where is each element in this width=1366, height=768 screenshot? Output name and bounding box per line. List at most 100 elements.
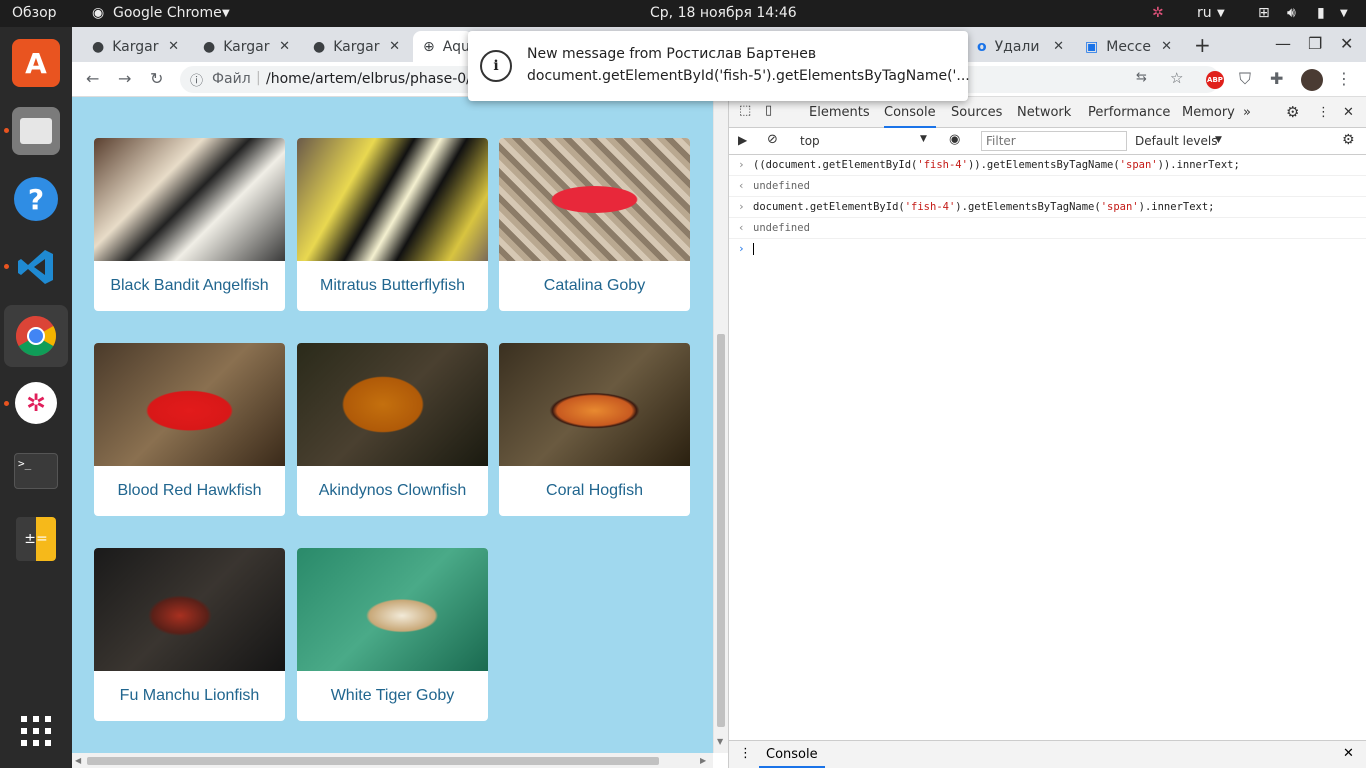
app-menu[interactable]: Google Chrome [113,5,222,21]
output-chevron-icon: ‹ [738,179,745,192]
close-tab-icon[interactable]: ✕ [389,39,400,54]
close-tab-icon[interactable]: ✕ [1161,39,1172,54]
tab-network[interactable]: Network [1017,105,1071,120]
drawer-menu-icon[interactable]: ⋮ [739,746,752,761]
vscode-icon[interactable] [12,243,60,291]
console-input-line[interactable]: › document.getElementById('fish-4').getE… [729,197,1366,218]
notification-title: New message from Ростислав Бартенев [527,46,817,62]
github-icon: ● [203,38,216,55]
back-icon[interactable]: ← [86,69,99,88]
help-icon[interactable]: ? [12,175,60,223]
notification-body: document.getElementById('fish-5').getEle… [527,68,970,84]
tab-console[interactable]: Console [884,105,936,128]
tab-6[interactable]: ▣ Мессе ✕ [1075,31,1180,62]
levels-chevron-icon[interactable]: ▼ [1215,135,1222,145]
close-tab-icon[interactable]: ✕ [168,39,179,54]
code-string: 'span' [1100,201,1139,213]
settings-gear-icon[interactable]: ⚙ [1286,103,1299,121]
running-indicator [4,128,9,133]
fish-name: Mitratus Butterflyfish [320,277,465,294]
activities-button[interactable]: Обзор [12,5,57,21]
inspect-element-icon[interactable]: ⬚ [739,103,751,118]
tab-elements[interactable]: Elements [809,105,870,120]
software-center-icon[interactable]: A [12,39,60,87]
more-tabs-icon[interactable]: » [1243,105,1251,120]
console-prompt[interactable]: › [729,239,1366,259]
sidebar-toggle-icon[interactable]: ▶ [738,133,747,147]
network-icon[interactable]: ⊞ [1258,5,1270,21]
page-vertical-scrollbar[interactable]: ▼ [713,97,728,753]
language-indicator[interactable]: ru [1197,5,1212,21]
log-levels-dropdown[interactable]: Default levels [1135,134,1217,148]
profile-avatar[interactable] [1301,69,1323,91]
app-menu-chevron-icon[interactable]: ▼ [222,8,230,19]
scroll-left-icon[interactable]: ◀ [75,756,81,765]
slack-tray-icon[interactable]: ✲ [1152,5,1164,21]
scrollbar-thumb[interactable] [717,334,725,727]
tab-active[interactable]: ⊕ Aqu [413,31,473,62]
console-input-line[interactable]: › ((document.getElementById('fish-4')).g… [729,155,1366,176]
tab-3[interactable]: ● Kargar ✕ [303,31,408,62]
tab-5[interactable]: o Удали ✕ [967,31,1072,62]
fish-card[interactable]: Blood Red Hawkfish [94,343,285,516]
maximize-icon[interactable]: ❐ [1308,34,1322,53]
notification-popup[interactable]: i New message from Ростислав Бартенев do… [468,31,970,101]
close-tab-icon[interactable]: ✕ [279,39,290,54]
page-horizontal-scrollbar[interactable]: ◀ ▶ [72,753,713,768]
live-expression-eye-icon[interactable]: ◉ [949,132,960,147]
bookmark-star-icon[interactable]: ☆ [1170,69,1183,87]
console-filter-input[interactable] [981,131,1127,151]
new-tab-button[interactable]: + [1194,33,1211,57]
info-icon[interactable]: ⓘ [190,70,203,89]
minimize-icon[interactable]: — [1275,34,1291,53]
device-toolbar-icon[interactable]: ▯ [765,103,772,118]
scroll-right-icon[interactable]: ▶ [700,756,706,765]
tab-sources[interactable]: Sources [951,105,1002,120]
files-icon[interactable] [12,107,60,155]
battery-icon[interactable]: ▮ [1317,5,1325,21]
tab-performance[interactable]: Performance [1088,105,1170,120]
system-menu-chevron-icon[interactable]: ▼ [1340,8,1348,19]
fish-card[interactable]: Fu Manchu Lionfish [94,548,285,721]
fish-name: Coral Hogfish [546,482,643,499]
fish-card[interactable]: Akindynos Clownfish [297,343,488,516]
calculator-icon[interactable]: ±= [12,515,60,563]
forward-icon[interactable]: → [118,69,131,88]
fish-card[interactable]: Catalina Goby [499,138,690,311]
lang-chevron-icon[interactable]: ▼ [1217,8,1225,19]
reload-icon[interactable]: ↻ [150,69,163,88]
close-devtools-icon[interactable]: ✕ [1343,105,1354,120]
terminal-icon[interactable]: >_ [12,447,60,495]
fish-card[interactable]: Mitratus Butterflyfish [297,138,488,311]
info-icon: i [480,50,512,82]
extensions-puzzle-icon[interactable]: ✚ [1270,69,1283,88]
text-cursor [753,243,754,255]
volume-icon[interactable]: 🔊︎ [1287,5,1296,21]
shield-extension-icon[interactable]: ⛉ [1239,69,1251,89]
chrome-menu-icon[interactable]: ⋮ [1336,69,1352,88]
adblock-icon[interactable]: ABP [1206,71,1224,89]
console-settings-gear-icon[interactable]: ⚙ [1342,132,1355,148]
slack-icon[interactable]: ✲ [12,379,60,427]
clock[interactable]: Ср, 18 ноября 14:46 [650,5,797,21]
fish-card[interactable]: Coral Hogfish [499,343,690,516]
translate-icon[interactable]: ⇆ [1136,70,1147,85]
scrollbar-thumb[interactable] [87,757,659,765]
close-drawer-icon[interactable]: ✕ [1343,746,1354,761]
scroll-down-icon[interactable]: ▼ [717,737,723,746]
show-applications-icon[interactable] [12,707,60,755]
fish-card[interactable]: Black Bandit Angelfish [94,138,285,311]
tab-memory[interactable]: Memory [1182,105,1235,120]
url-text[interactable]: /home/artem/elbrus/phase-0/con [266,71,496,87]
chrome-dock-icon[interactable] [4,305,68,367]
devtools-menu-icon[interactable]: ⋮ [1317,105,1330,120]
fish-card[interactable]: White Tiger Goby [297,548,488,721]
close-window-icon[interactable]: ✕ [1340,34,1353,53]
drawer-tab-console[interactable]: Console [759,741,825,768]
clear-console-icon[interactable]: ⊘ [767,132,778,147]
tab-1[interactable]: ● Kargar ✕ [82,31,187,62]
close-tab-icon[interactable]: ✕ [1053,39,1064,54]
code-text: )).getElementsByTagName( [967,159,1120,171]
tab-2[interactable]: ● Kargar ✕ [193,31,298,62]
context-selector[interactable]: top ▼ [793,131,933,151]
